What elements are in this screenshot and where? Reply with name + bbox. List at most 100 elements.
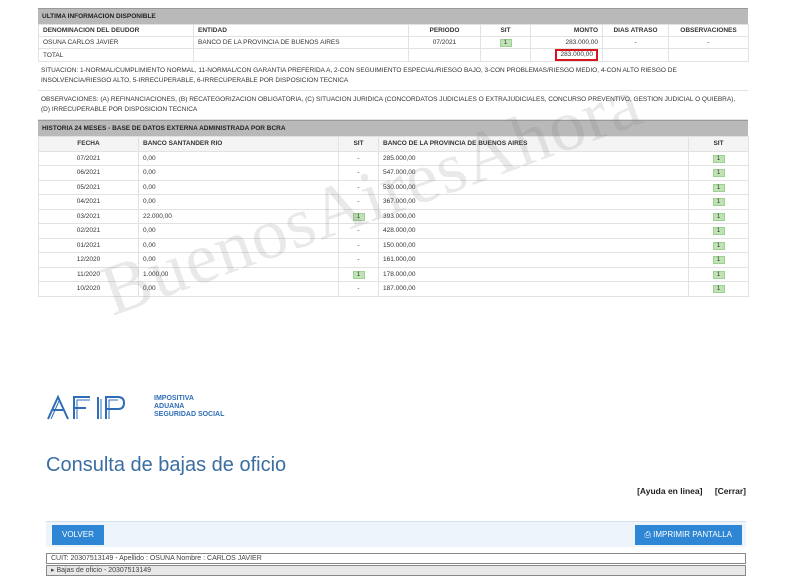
sit-santander-badge-cell: - — [338, 223, 379, 239]
provincia-value: 187.000,00 — [378, 281, 689, 297]
ultima-info-header: ULTIMA INFORMACION DISPONIBLE — [38, 8, 748, 24]
logo-line-seguridad: SEGURIDAD SOCIAL — [154, 411, 225, 418]
bajas-info-line[interactable]: ▸ Bajas de oficio - 20307513149 — [46, 565, 746, 576]
total-cell: 283.000,00 — [530, 48, 603, 62]
table-row: 03/2021 22.000,00 1 393.000,00 1 — [38, 208, 749, 224]
col-provincia: BANCO DE LA PROVINCIA DE BUENOS AIRES — [378, 136, 689, 152]
table-row: 05/2021 0,00 - 530.000,00 1 — [38, 179, 749, 195]
sit-provincia-badge: 1 — [712, 227, 725, 236]
sit-santander-badge: - — [357, 227, 360, 235]
table-row: OSUNA CARLOS JAVIER BANCO DE LA PROVINCI… — [38, 36, 749, 49]
sit-provincia-badge: 1 — [712, 183, 725, 192]
provincia-value: 530.000,00 — [378, 179, 689, 195]
fecha-value: 07/2021 — [38, 150, 139, 166]
historia-columns: FECHA BANCO SANTANDER RIO SIT BANCO DE L… — [38, 136, 749, 152]
table-row: 06/2021 0,00 - 547.000,00 1 — [38, 165, 749, 181]
santander-value: 0,00 — [138, 252, 339, 268]
sit-provincia-badge-cell: 1 — [688, 223, 749, 239]
sit-santander-badge: - — [357, 198, 360, 206]
dias-value: - — [602, 36, 669, 49]
credit-report-panel: ULTIMA INFORMACION DISPONIBLE DENOMINACI… — [38, 8, 749, 333]
sit-santander-badge-cell: - — [338, 237, 379, 253]
provincia-value: 393.000,00 — [378, 208, 689, 224]
ultima-info-table: DENOMINACION DEL DEUDOR ENTIDAD PERIODO … — [38, 24, 749, 62]
sit-santander-badge: - — [357, 256, 360, 264]
bajas-info-text: Bajas de oficio - 20307513149 — [56, 567, 152, 574]
situacion-note: SITUACION: 1-NORMAL/CUMPLIMIENTO NORMAL,… — [38, 62, 748, 91]
sit-santander-badge: 1 — [352, 270, 365, 279]
santander-value: 0,00 — [138, 165, 339, 181]
sit-santander-badge: - — [357, 241, 360, 249]
fecha-value: 10/2020 — [38, 281, 139, 297]
col-monto: MONTO — [530, 24, 603, 37]
logo-line-aduana: ADUANA — [154, 403, 185, 410]
fecha-value: 02/2021 — [38, 223, 139, 239]
santander-value: 0,00 — [138, 281, 339, 297]
sit-santander-badge-cell: - — [338, 150, 379, 166]
provincia-value: 285.000,00 — [378, 150, 689, 166]
table-row: 02/2021 0,00 - 428.000,00 1 — [38, 223, 749, 239]
col-dias: DIAS ATRASO — [602, 24, 669, 37]
sit-santander-badge-cell: - — [338, 281, 379, 297]
sit-santander-badge: - — [357, 183, 360, 191]
provincia-value: 161.000,00 — [378, 252, 689, 268]
santander-value: 0,00 — [138, 223, 339, 239]
sit-santander-badge-cell: - — [338, 252, 379, 268]
sit-cell: 1 — [480, 36, 531, 49]
fecha-value: 12/2020 — [38, 252, 139, 268]
table-row: 01/2021 0,00 - 150.000,00 1 — [38, 237, 749, 253]
col-sit-provincia: SIT — [688, 136, 749, 152]
sit-provincia-badge-cell: 1 — [688, 252, 749, 268]
afip-logo: IMPOSITIVA ADUANA SEGURIDAD SOCIAL — [46, 393, 224, 421]
fecha-value: 06/2021 — [38, 165, 139, 181]
monto-value: 283.000,00 — [530, 36, 603, 49]
santander-value: 22.000,00 — [138, 208, 339, 224]
print-button-label: IMPRIMIR PANTALLA — [653, 530, 732, 539]
col-sit: SIT — [480, 24, 531, 37]
provincia-value: 178.000,00 — [378, 266, 689, 282]
col-periodo: PERIODO — [408, 24, 481, 37]
sit-provincia-badge-cell: 1 — [688, 150, 749, 166]
santander-value: 0,00 — [138, 150, 339, 166]
col-fecha: FECHA — [38, 136, 139, 152]
provincia-value: 150.000,00 — [378, 237, 689, 253]
total-value-highlight: 283.000,00 — [555, 49, 598, 61]
help-link[interactable]: [Ayuda en linea] — [637, 486, 702, 496]
close-link[interactable]: [Cerrar] — [715, 486, 746, 496]
sit-santander-badge: - — [357, 154, 360, 162]
santander-value: 0,00 — [138, 237, 339, 253]
afip-logo-text: IMPOSITIVA ADUANA SEGURIDAD SOCIAL — [154, 395, 224, 419]
santander-value: 1.000,00 — [138, 266, 339, 282]
sit-santander-badge-cell: - — [338, 194, 379, 210]
sit-provincia-badge: 1 — [712, 169, 725, 178]
provincia-value: 428.000,00 — [378, 223, 689, 239]
volver-button[interactable]: VOLVER — [52, 525, 104, 545]
sit-provincia-badge: 1 — [712, 270, 725, 279]
periodo-value: 07/2021 — [408, 36, 481, 49]
ultima-info-columns: DENOMINACION DEL DEUDOR ENTIDAD PERIODO … — [38, 24, 749, 37]
historia-table: FECHA BANCO SANTANDER RIO SIT BANCO DE L… — [38, 136, 749, 297]
sit-santander-badge: 1 — [352, 212, 365, 221]
santander-value: 0,00 — [138, 179, 339, 195]
sit-badge: 1 — [499, 39, 512, 47]
obs-value: - — [668, 36, 749, 49]
sit-provincia-badge: 1 — [712, 198, 725, 207]
sit-provincia-badge-cell: 1 — [688, 208, 749, 224]
button-bar: VOLVER ⎙ IMPRIMIR PANTALLA — [46, 521, 746, 547]
sit-santander-badge: - — [357, 285, 360, 293]
historia-header: HISTORIA 24 MESES - BASE DE DATOS EXTERN… — [38, 120, 748, 136]
header-links: [Ayuda en linea] [Cerrar] — [627, 486, 746, 496]
fecha-value: 11/2020 — [38, 266, 139, 282]
col-santander: BANCO SANTANDER RIO — [138, 136, 339, 152]
sit-provincia-badge: 1 — [712, 285, 725, 294]
print-button[interactable]: ⎙ IMPRIMIR PANTALLA — [634, 525, 742, 545]
printer-icon: ⎙ — [644, 530, 651, 539]
total-label: TOTAL — [38, 48, 194, 62]
entidad-name: BANCO DE LA PROVINCIA DE BUENOS AIRES — [193, 36, 409, 49]
sit-santander-badge-cell: 1 — [338, 266, 379, 282]
sit-provincia-badge: 1 — [712, 256, 725, 265]
col-deudor: DENOMINACION DEL DEUDOR — [38, 24, 194, 37]
sit-provincia-badge: 1 — [712, 154, 725, 163]
sit-provincia-badge-cell: 1 — [688, 281, 749, 297]
expand-triangle-icon: ▸ — [51, 567, 55, 574]
